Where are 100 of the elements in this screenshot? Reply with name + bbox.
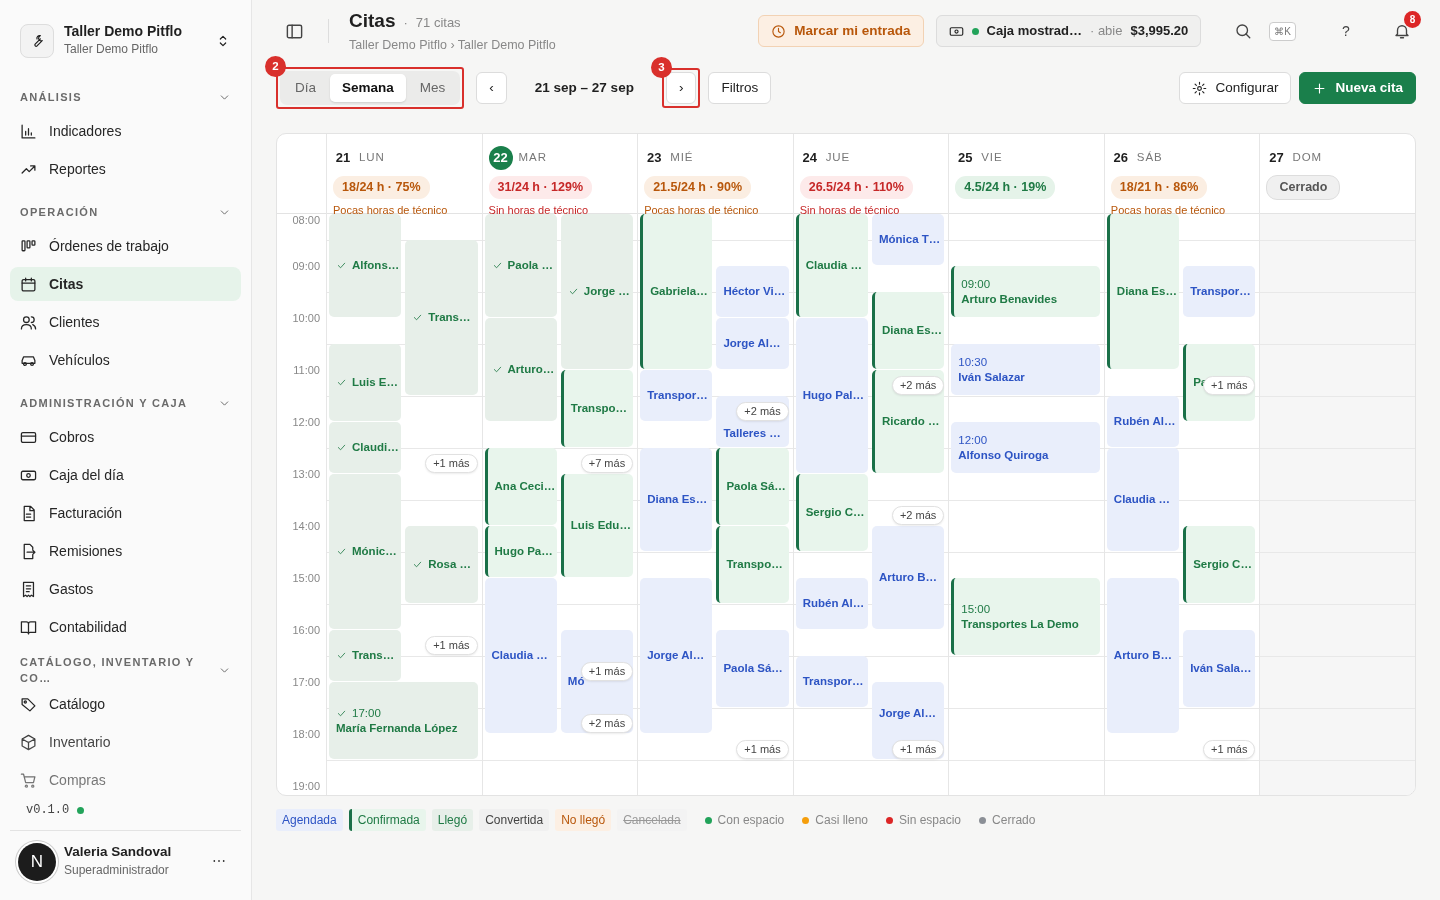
tag-icon [20, 695, 37, 713]
help-button[interactable]: ? [1332, 17, 1360, 45]
more-button[interactable]: +2 más [736, 401, 789, 421]
status-chip: Confirmada [348, 809, 426, 831]
more-button[interactable]: +1 más [425, 635, 478, 655]
sidebar-item[interactable]: Citas [10, 267, 241, 301]
configure-button[interactable]: Configurar [1179, 72, 1292, 104]
appointment-card[interactable]: +2 más Talleres … [716, 396, 789, 447]
appointment-card[interactable]: Claudia … [1106, 448, 1180, 551]
appointment-card[interactable]: Arturo B… [1106, 578, 1180, 733]
appointment-card[interactable]: Héctor Vi… [716, 266, 789, 317]
previous-button[interactable]: ‹ [476, 72, 507, 104]
sidebar-item[interactable]: Reportes [10, 152, 241, 186]
view-tab[interactable]: Semana [330, 74, 406, 102]
appointment-card[interactable]: 12:00 Alfonso Quiroga [951, 422, 1100, 473]
new-appointment-button[interactable]: Nueva cita [1299, 72, 1416, 104]
capacity-pill: 18/21 h · 86% [1110, 176, 1208, 199]
appointment-card[interactable]: Mónica T… [872, 214, 945, 265]
appointment-card[interactable]: Jorge Al… [716, 318, 789, 369]
hour-label: 14:00 [292, 518, 320, 534]
appointment-card[interactable]: +2 más Ricardo … [872, 370, 945, 473]
appointment-card[interactable]: Alfons… [329, 214, 402, 317]
plus-icon [1312, 80, 1328, 96]
appointment-card[interactable]: Rubén Al… [795, 578, 868, 629]
section-title: OPERACIÓN [20, 204, 99, 220]
appointment-card[interactable]: Arturo… [484, 318, 557, 421]
workspace-subtitle: Taller Demo Pitflo [64, 40, 160, 58]
appointment-card[interactable]: Paola … [484, 214, 557, 317]
section-title: ANÁLISIS [20, 89, 82, 105]
appointment-card[interactable]: Trans… [329, 630, 402, 681]
appointment-card[interactable]: Diana Es… [640, 448, 713, 551]
appointment-card[interactable]: Transpo… [716, 526, 789, 603]
check-in-button[interactable]: Marcar mi entrada [758, 15, 924, 47]
sidebar-item[interactable]: Contabilidad [10, 610, 241, 644]
more-button[interactable]: +1 más [425, 453, 478, 473]
appointment-card[interactable]: Hugo Pal… [795, 318, 868, 473]
appointment-card[interactable]: Diana Es… [1106, 214, 1180, 369]
more-button[interactable]: +1 más [891, 739, 945, 759]
appointment-card[interactable]: Claudia … [484, 578, 557, 733]
more-button[interactable]: +2 más [891, 375, 945, 395]
sidebar-item[interactable]: Inventario [10, 725, 241, 759]
sidebar-item[interactable]: Cobros [10, 420, 241, 454]
appointment-card[interactable]: Jorge Al… +1 más [872, 682, 945, 759]
more-button[interactable]: +1 más [1203, 739, 1256, 759]
cash-register-button[interactable]: Caja mostrad… · abie $3,995.20 [935, 15, 1202, 47]
check-icon [567, 286, 579, 297]
appointment-card[interactable]: Iván Sala… [1183, 630, 1256, 707]
sidebar-item[interactable]: Remisiones [10, 534, 241, 568]
more-button[interactable]: +2 más [891, 505, 945, 525]
appointment-card[interactable]: Trans… [405, 240, 478, 395]
day-number: 27 [1268, 149, 1285, 168]
appointment-card[interactable]: Mónic… [329, 474, 402, 629]
day-number: 25 [957, 149, 974, 168]
appointment-card[interactable]: Arturo B… [872, 526, 945, 629]
appointment-card[interactable]: Rosa … [405, 526, 478, 603]
sidebar-item[interactable]: Compras [10, 763, 241, 793]
view-tab[interactable]: Mes [407, 74, 458, 102]
cart-icon [20, 771, 37, 789]
appointment-card[interactable]: Rubén Al… [1106, 396, 1180, 447]
appointment-card[interactable]: Transpor… [1183, 266, 1256, 317]
appointment-card[interactable]: Claudi… [329, 422, 402, 473]
appointment-card[interactable]: Luis E… [329, 344, 402, 421]
appointment-card[interactable]: Sergio C… [1183, 526, 1256, 603]
appointment-card[interactable]: Ana Ceci… [484, 448, 557, 525]
appointment-card[interactable]: 10:30 Iván Salazar [951, 344, 1100, 395]
workspace-name: Taller Demo Pitflo [64, 23, 183, 40]
more-button[interactable]: ⋯ [205, 847, 233, 876]
filters-button[interactable]: Filtros [708, 72, 772, 104]
hour-label: 19:00 [292, 778, 320, 794]
appointment-card[interactable]: Claudia … [795, 214, 868, 317]
capacity-pill: 4.5/24 h · 19% [955, 176, 1056, 199]
sidebar-item[interactable]: Facturación [10, 496, 241, 530]
appointment-card[interactable]: 15:00 Transportes La Demo [951, 578, 1100, 655]
appointment-card[interactable]: Sergio C… [795, 474, 868, 551]
appointment-card[interactable]: Transpo… [560, 370, 634, 447]
next-button[interactable]: › [665, 72, 697, 104]
sidebar-item[interactable]: Gastos [10, 572, 241, 606]
appointment-card[interactable]: 17:00 María Fernanda López [329, 682, 478, 759]
sidebar-item[interactable]: Clientes [10, 305, 241, 339]
appointment-card[interactable]: Luis Edu… [560, 474, 634, 577]
sidebar-item[interactable]: Caja del día [10, 458, 241, 492]
appointment-card[interactable]: Gabriela… [640, 214, 713, 369]
appointment-card[interactable]: Diana Es… [872, 292, 945, 369]
appointment-card[interactable]: Paola Sá… [716, 448, 789, 525]
appointment-card[interactable]: 09:00 Arturo Benavides [951, 266, 1100, 317]
sidebar-item[interactable]: Catálogo [10, 687, 241, 721]
appointment-card[interactable]: Jorge Al… [640, 578, 713, 733]
appointment-card[interactable]: Jorge … [560, 214, 634, 369]
sidebar-item[interactable]: Vehículos [10, 343, 241, 377]
appointment-card[interactable]: Paola Sá… [716, 630, 789, 707]
more-button[interactable]: +1 más [736, 739, 789, 759]
sidebar-item[interactable]: Indicadores [10, 114, 241, 148]
view-tab[interactable]: Día [283, 74, 328, 102]
more-button[interactable]: +7 más [580, 453, 634, 473]
capacity-pill: 31/24 h · 129% [488, 176, 593, 199]
appointment-card[interactable]: Transpor… [795, 656, 868, 707]
weekday-label: DOM [1292, 150, 1322, 166]
appointment-card[interactable]: Transpor… [640, 370, 713, 421]
sidebar-item[interactable]: Órdenes de trabajo [10, 229, 241, 263]
appointment-card[interactable]: Hugo Pa… [484, 526, 557, 577]
